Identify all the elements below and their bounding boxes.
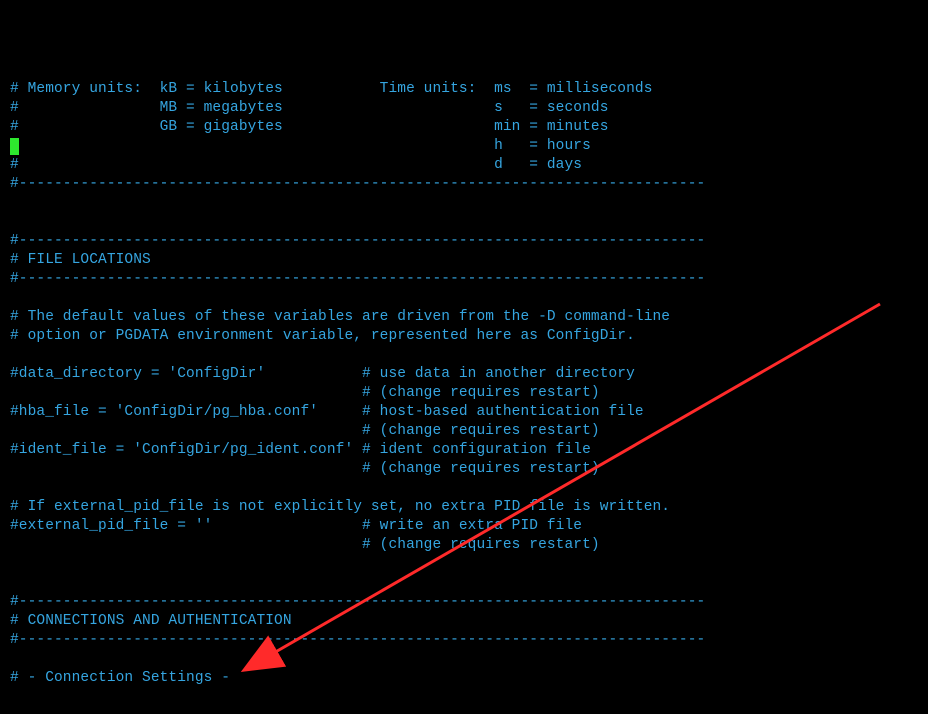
- text-cursor: [10, 138, 19, 155]
- config-line: [10, 479, 918, 498]
- config-line: #---------------------------------------…: [10, 270, 918, 289]
- config-line: # option or PGDATA environment variable,…: [10, 327, 918, 346]
- config-file-content: # Memory units: kB = kilobytes Time unit…: [10, 80, 918, 707]
- config-line: [10, 574, 918, 593]
- config-line: # (change requires restart): [10, 536, 918, 555]
- config-line: # MB = megabytes s = seconds: [10, 99, 918, 118]
- config-line: # FILE LOCATIONS: [10, 251, 918, 270]
- terminal-view[interactable]: # Memory units: kB = kilobytes Time unit…: [0, 0, 928, 714]
- config-line: #---------------------------------------…: [10, 232, 918, 251]
- config-line: #data_directory = 'ConfigDir' # use data…: [10, 365, 918, 384]
- config-line: # (change requires restart): [10, 384, 918, 403]
- config-line: #---------------------------------------…: [10, 175, 918, 194]
- config-line: # (change requires restart): [10, 422, 918, 441]
- config-line: [10, 289, 918, 308]
- config-line: #external_pid_file = '' # write an extra…: [10, 517, 918, 536]
- config-line: # The default values of these variables …: [10, 308, 918, 327]
- config-line: # (change requires restart): [10, 460, 918, 479]
- config-line: #---------------------------------------…: [10, 631, 918, 650]
- config-line: # Memory units: kB = kilobytes Time unit…: [10, 80, 918, 99]
- config-line: #ident_file = 'ConfigDir/pg_ident.conf' …: [10, 441, 918, 460]
- config-line: [10, 688, 918, 707]
- config-line: # GB = gigabytes min = minutes: [10, 118, 918, 137]
- config-line: [10, 555, 918, 574]
- config-line: # d = days: [10, 156, 918, 175]
- config-line: [10, 213, 918, 232]
- config-line: # CONNECTIONS AND AUTHENTICATION: [10, 612, 918, 631]
- config-line: # h = hours: [10, 137, 918, 156]
- config-line: [10, 650, 918, 669]
- config-line: #---------------------------------------…: [10, 593, 918, 612]
- config-line: # If external_pid_file is not explicitly…: [10, 498, 918, 517]
- config-line: [10, 194, 918, 213]
- config-line: #hba_file = 'ConfigDir/pg_hba.conf' # ho…: [10, 403, 918, 422]
- config-line: # - Connection Settings -: [10, 669, 918, 688]
- config-line: [10, 346, 918, 365]
